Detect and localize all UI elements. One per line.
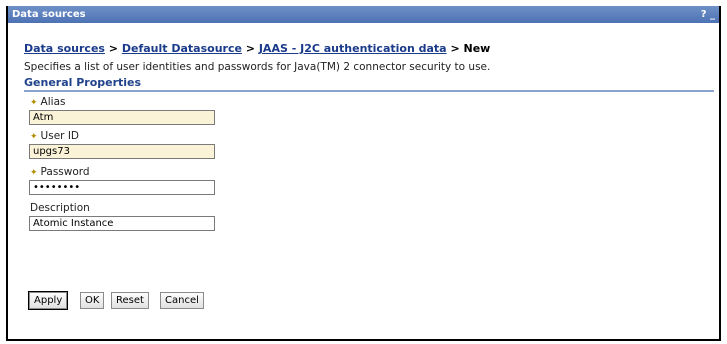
window-frame: Data sources ? _ Data sources > Default … [6,6,721,341]
breadcrumb-default-datasource[interactable]: Default Datasource [122,42,242,55]
ok-button[interactable]: OK [80,292,105,309]
breadcrumb-separator: > [450,42,460,55]
breadcrumb-separator: > [108,42,119,55]
breadcrumb: Data sources > Default Datasource > JAAS… [24,42,490,55]
window-controls[interactable]: ? _ [701,6,715,23]
description-label: Description [30,202,90,214]
breadcrumb-current: New [463,42,491,55]
password-field[interactable] [29,180,215,195]
reset-button[interactable]: Reset [111,292,149,309]
breadcrumb-data-sources[interactable]: Data sources [24,42,105,55]
user-id-field[interactable] [29,144,215,159]
window-title: Data sources [12,9,86,20]
alias-field[interactable] [29,110,215,125]
user-id-label: User ID [40,130,79,142]
description-field[interactable] [29,216,215,231]
cancel-button[interactable]: Cancel [160,292,204,309]
breadcrumb-jaas[interactable]: JAAS - J2C authentication data [259,42,447,55]
user-id-label-row: ✦ User ID [30,130,79,142]
page-description: Specifies a list of user identities and … [24,61,491,73]
window-titlebar: Data sources ? _ [8,6,719,23]
alias-label-row: ✦ Alias [30,96,65,108]
alias-label: Alias [40,96,66,108]
required-icon: ✦ [30,132,38,142]
password-label: Password [40,166,90,178]
section-title: General Properties [24,76,714,92]
required-icon: ✦ [30,98,38,108]
password-label-row: ✦ Password [30,166,90,178]
breadcrumb-separator: > [245,42,255,55]
apply-button[interactable]: Apply [27,291,69,310]
required-icon: ✦ [30,168,38,178]
